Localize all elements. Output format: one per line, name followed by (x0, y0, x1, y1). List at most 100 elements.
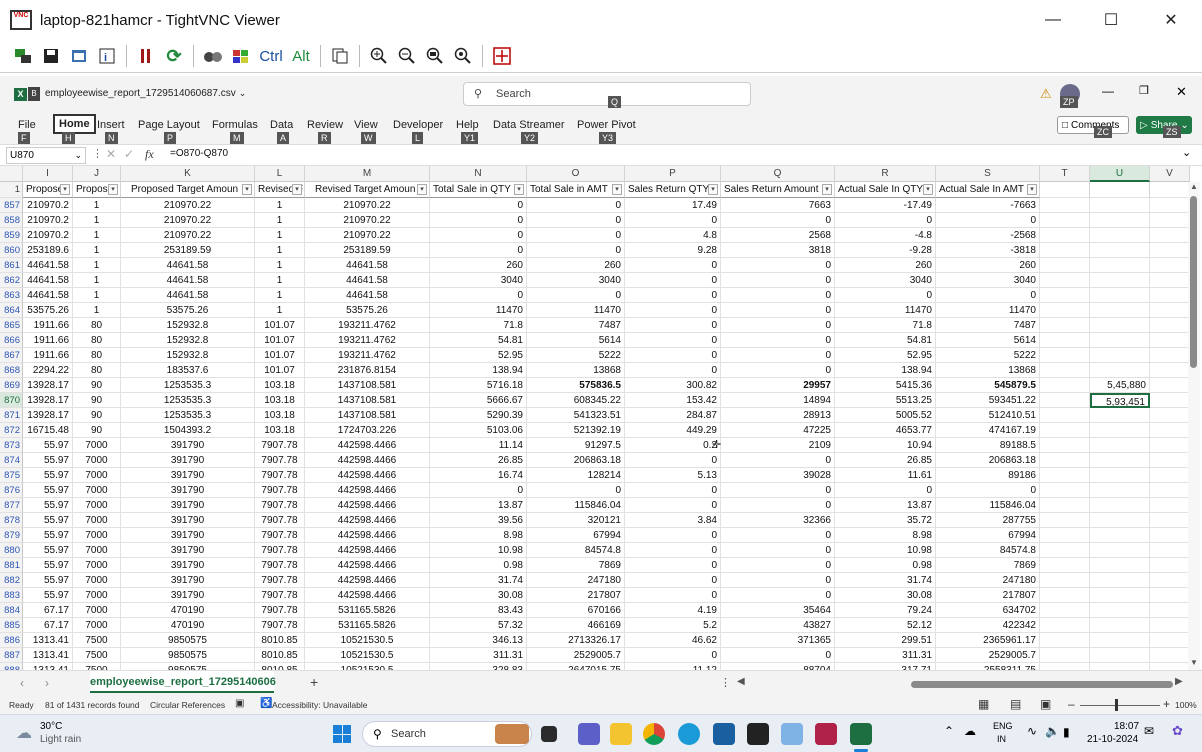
table-cell[interactable]: 0 (721, 318, 835, 333)
table-cell[interactable]: 217807 (527, 588, 625, 603)
table-cell[interactable]: 31.74 (835, 573, 936, 588)
table-cell[interactable]: 0 (625, 453, 721, 468)
table-cell[interactable]: 2558311.75 (936, 663, 1040, 670)
zoom-out-button[interactable]: – (1068, 697, 1075, 711)
table-cell[interactable] (1150, 663, 1190, 670)
table-cell[interactable]: 442598.4466 (305, 468, 430, 483)
table-cell[interactable]: 1 (255, 243, 305, 258)
table-cell[interactable]: 1 (255, 213, 305, 228)
column-header-s[interactable]: S (936, 166, 1040, 182)
table-cell[interactable]: 531165.5826 (305, 618, 430, 633)
table-cell[interactable] (1150, 453, 1190, 468)
row-header[interactable]: 864 (0, 303, 23, 318)
table-cell[interactable]: 2109 (721, 438, 835, 453)
table-cell[interactable]: 71.8 (835, 318, 936, 333)
name-box[interactable]: U870 ⌄ (6, 147, 86, 164)
empty-cell[interactable] (1040, 273, 1090, 288)
ctrl-key-button[interactable]: Ctrl (256, 44, 286, 68)
table-cell[interactable]: 101.07 (255, 333, 305, 348)
column-header-m[interactable]: M (305, 166, 430, 182)
table-cell[interactable]: 253189.6 (23, 243, 73, 258)
table-cell[interactable]: 1724703.226 (305, 423, 430, 438)
table-cell[interactable]: 442598.4466 (305, 588, 430, 603)
excel-taskbar-icon[interactable] (850, 723, 872, 745)
table-cell[interactable]: 1437108.581 (305, 393, 430, 408)
table-cell[interactable] (1150, 633, 1190, 648)
table-cell[interactable]: 317.71 (835, 663, 936, 670)
table-cell[interactable]: 67994 (936, 528, 1040, 543)
table-cell[interactable]: 5222 (527, 348, 625, 363)
table-cell[interactable]: 8.98 (430, 528, 527, 543)
table-cell[interactable]: 442598.4466 (305, 558, 430, 573)
table-cell[interactable]: 449.29 (625, 423, 721, 438)
table-cell[interactable]: 1253535.3 (121, 408, 255, 423)
table-cell[interactable]: 391790 (121, 528, 255, 543)
table-cell[interactable]: 52.95 (430, 348, 527, 363)
table-cell[interactable]: 287755 (936, 513, 1040, 528)
table-cell[interactable]: 0 (430, 243, 527, 258)
table-cell[interactable]: 11.61 (835, 468, 936, 483)
table-cell[interactable]: 0 (527, 483, 625, 498)
photos-icon[interactable] (713, 723, 735, 745)
table-cell[interactable]: 128214 (527, 468, 625, 483)
table-cell[interactable]: 80 (73, 348, 121, 363)
table-cell[interactable]: 7000 (73, 468, 121, 483)
table-cell[interactable]: 5222 (936, 348, 1040, 363)
table-cell[interactable]: 7907.78 (255, 573, 305, 588)
table-cell[interactable]: 1911.66 (23, 348, 73, 363)
table-cell[interactable]: 13928.17 (23, 393, 73, 408)
row-header[interactable]: 873 (0, 438, 23, 453)
table-cell[interactable] (1090, 513, 1150, 528)
zoom-level[interactable]: 100% (1175, 700, 1197, 710)
table-cell[interactable]: 0 (625, 528, 721, 543)
battery-icon[interactable]: ▮ (1063, 725, 1070, 739)
tab-home[interactable]: Home (53, 114, 96, 134)
row-header[interactable]: 867 (0, 348, 23, 363)
table-cell[interactable]: 55.97 (23, 513, 73, 528)
empty-cell[interactable] (1150, 182, 1190, 198)
table-cell[interactable]: 183537.6 (121, 363, 255, 378)
empty-cell[interactable] (1040, 483, 1090, 498)
table-cell[interactable]: 5,45,880 (1090, 378, 1150, 393)
table-cell[interactable]: 35464 (721, 603, 835, 618)
split-handle-icon[interactable]: ⋮ (720, 676, 731, 689)
table-cell[interactable]: 44641.58 (305, 258, 430, 273)
table-cell[interactable]: 53575.26 (121, 303, 255, 318)
cancel-icon[interactable]: ✕ (106, 147, 116, 161)
table-cell[interactable]: 89186 (936, 468, 1040, 483)
table-cell[interactable]: 55.97 (23, 483, 73, 498)
table-cell[interactable]: 55.97 (23, 573, 73, 588)
table-cell[interactable]: 7000 (73, 558, 121, 573)
table-cell[interactable]: 152932.8 (121, 348, 255, 363)
table-cell[interactable]: 0 (721, 558, 835, 573)
table-cell[interactable]: 1437108.581 (305, 408, 430, 423)
table-cell[interactable]: 545879.5 (936, 378, 1040, 393)
table-cell[interactable]: 299.51 (835, 633, 936, 648)
zoom-slider-thumb[interactable] (1115, 699, 1118, 711)
column-header-l[interactable]: L (255, 166, 305, 182)
scroll-up-icon[interactable]: ▲ (1190, 182, 1198, 191)
table-cell[interactable]: 2713326.17 (527, 633, 625, 648)
table-cell[interactable]: 26.85 (835, 453, 936, 468)
row-header[interactable]: 872 (0, 423, 23, 438)
table-cell[interactable]: 5666.67 (430, 393, 527, 408)
table-cell[interactable]: 346.13 (430, 633, 527, 648)
empty-cell[interactable] (1040, 393, 1090, 408)
table-cell[interactable]: 7000 (73, 513, 121, 528)
table-cell[interactable]: 0 (721, 453, 835, 468)
table-cell[interactable] (1150, 333, 1190, 348)
tab-developer[interactable]: Developer (393, 119, 443, 131)
table-cell[interactable]: 80 (73, 318, 121, 333)
table-cell[interactable]: 311.31 (430, 648, 527, 663)
table-cell[interactable]: 1 (73, 258, 121, 273)
page-layout-view-icon[interactable]: ▤ (1010, 697, 1021, 711)
table-cell[interactable]: 39.56 (430, 513, 527, 528)
table-cell[interactable]: 253189.59 (121, 243, 255, 258)
table-cell[interactable] (1150, 363, 1190, 378)
table-cell[interactable]: 57.32 (430, 618, 527, 633)
table-cell[interactable]: 210970.2 (23, 213, 73, 228)
table-cell[interactable]: 1313.41 (23, 633, 73, 648)
row-header[interactable]: 880 (0, 543, 23, 558)
table-cell[interactable]: 442598.4466 (305, 543, 430, 558)
table-cell[interactable]: 7907.78 (255, 498, 305, 513)
